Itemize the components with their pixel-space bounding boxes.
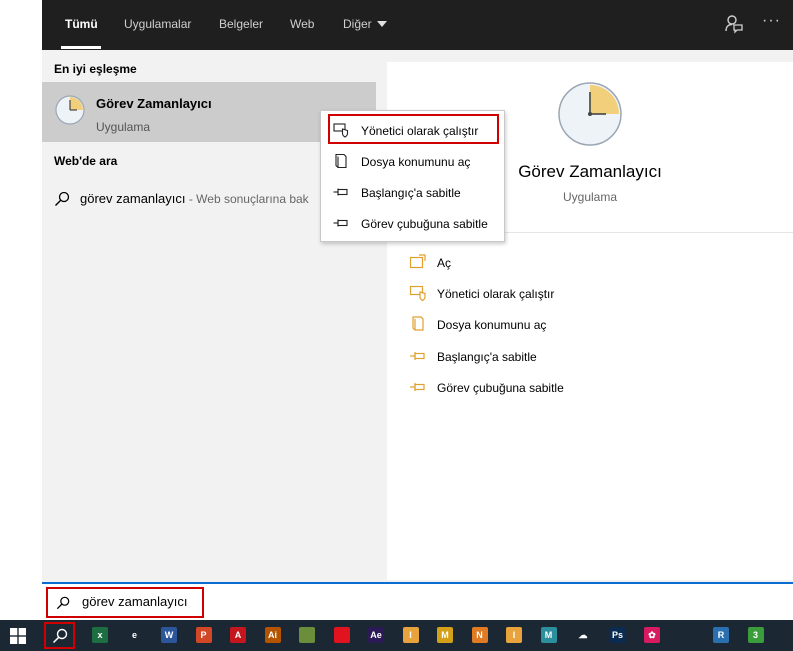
tab-apps[interactable]: Uygulamalar	[124, 17, 191, 31]
action-label: Yönetici olarak çalıştır	[437, 287, 555, 301]
tab-more[interactable]: Diğer	[343, 17, 387, 31]
action-label: Aç	[437, 256, 452, 270]
search-icon	[56, 596, 70, 610]
taskbar-search-button[interactable]	[44, 622, 75, 649]
tab-more-label: Diğer	[343, 17, 372, 31]
taskbar-app-minecraft-icon[interactable]	[299, 627, 315, 643]
open-icon	[409, 254, 426, 269]
context-menu-label: Başlangıç'a sabitle	[361, 186, 461, 200]
action-label: Dosya konumunu aç	[437, 318, 547, 332]
taskbar-app-app-n-icon[interactable]: N	[471, 627, 488, 643]
taskbar: x e W P A Ai Ae I M N I M ☁ Ps ✿ R 3	[0, 620, 793, 651]
taskbar-app-photoshop-icon[interactable]: Ps	[609, 627, 626, 643]
filter-bar: Tümü Uygulamalar Belgeler Web Diğer ···	[42, 0, 793, 50]
taskbar-app-word-icon[interactable]: W	[161, 627, 177, 643]
tab-web[interactable]: Web	[290, 17, 314, 31]
more-options-icon[interactable]: ···	[762, 12, 781, 30]
pin-icon	[333, 188, 348, 196]
taskbar-app-app-m2-icon[interactable]: M	[540, 627, 557, 643]
context-menu-label: Yönetici olarak çalıştır	[361, 124, 479, 138]
pin-icon	[333, 219, 348, 227]
search-icon	[52, 628, 68, 644]
taskbar-app-app-i2-icon[interactable]: I	[506, 627, 522, 643]
context-menu-item-run-as-admin[interactable]: Yönetici olarak çalıştır	[321, 116, 506, 144]
shield-icon	[333, 123, 349, 138]
taskbar-app-opera-icon[interactable]	[333, 627, 350, 643]
shield-icon	[409, 285, 426, 302]
taskbar-app-app-m-icon[interactable]: M	[437, 627, 453, 643]
desktop-background	[0, 0, 42, 620]
chevron-down-icon	[376, 21, 387, 27]
taskbar-app-app-i-icon[interactable]: I	[402, 627, 419, 643]
taskbar-app-ie-icon[interactable]: e	[126, 627, 143, 643]
context-menu-item-pin-to-start[interactable]: Başlangıç'a sabitle	[321, 178, 506, 206]
taskbar-app-after-effects-icon[interactable]: Ae	[368, 627, 384, 643]
search-icon	[55, 191, 70, 206]
folder-icon	[412, 316, 424, 331]
taskbar-app-app-r-icon[interactable]: R	[713, 627, 729, 643]
tab-documents[interactable]: Belgeler	[219, 17, 263, 31]
best-match-type: Uygulama	[96, 120, 151, 134]
pin-icon	[410, 383, 425, 391]
best-match-heading: En iyi eşleşme	[54, 62, 137, 76]
context-menu-item-open-file-location[interactable]: Dosya konumunu aç	[321, 147, 506, 175]
context-menu-label: Dosya konumunu aç	[361, 155, 471, 169]
action-label: Başlangıç'a sabitle	[437, 350, 537, 364]
taskbar-app-app-flower-icon[interactable]: ✿	[644, 627, 660, 643]
taskbar-app-onedrive-icon[interactable]: ☁	[575, 627, 591, 643]
action-label: Görev çubuğuna sabitle	[437, 381, 564, 395]
folder-icon	[335, 153, 347, 169]
pin-icon	[410, 352, 425, 360]
taskbar-app-app-3-icon[interactable]: 3	[747, 627, 764, 643]
best-match-name: Görev Zamanlayıcı	[96, 96, 212, 111]
tab-all[interactable]: Tümü	[65, 17, 98, 31]
taskbar-app-powerpoint-icon[interactable]: P	[195, 627, 212, 643]
taskbar-app-excel-icon[interactable]: x	[92, 627, 108, 643]
web-search-result[interactable]: görev zamanlayıcı - Web sonuçlarına bak	[80, 190, 320, 208]
web-query: görev zamanlayıcı	[80, 191, 186, 206]
context-menu-label: Görev çubuğuna sabitle	[361, 217, 488, 231]
task-scheduler-icon	[55, 95, 85, 125]
context-menu: Yönetici olarak çalıştır Dosya konumunu …	[320, 110, 505, 242]
web-search-heading: Web'de ara	[54, 154, 118, 168]
web-result-suffix: - Web sonuçlarına bak	[185, 192, 309, 206]
taskbar-app-illustrator-icon[interactable]: Ai	[264, 627, 281, 643]
task-scheduler-large-icon	[558, 82, 622, 146]
active-tab-underline	[61, 46, 101, 49]
taskbar-app-acrobat-icon[interactable]: A	[230, 627, 246, 643]
search-box	[42, 582, 793, 620]
taskbar-app-chrome-icon[interactable]	[678, 627, 695, 643]
search-input[interactable]	[82, 590, 382, 612]
windows-start-icon[interactable]	[10, 628, 26, 644]
search-panel: Tümü Uygulamalar Belgeler Web Diğer ··· …	[42, 0, 793, 620]
context-menu-item-pin-to-taskbar[interactable]: Görev çubuğuna sabitle	[321, 209, 506, 237]
feedback-icon[interactable]	[724, 14, 744, 34]
